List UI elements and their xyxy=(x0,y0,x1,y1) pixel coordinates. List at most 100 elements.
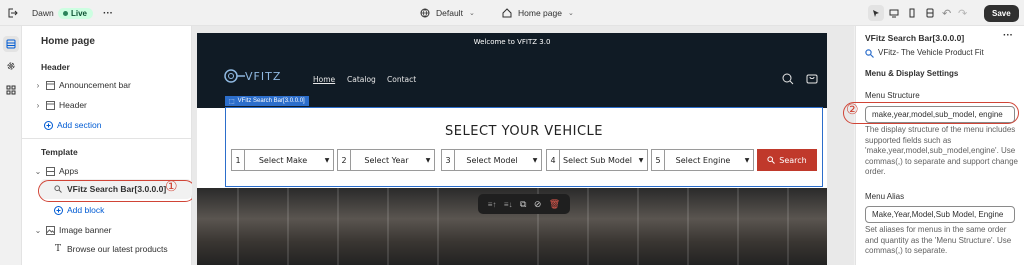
apps-icon xyxy=(6,85,16,95)
apps-section-icon xyxy=(44,166,56,176)
chevron-right-icon: › xyxy=(36,80,40,90)
chevron-down-icon: ⌄ xyxy=(34,225,42,235)
store-search-icon[interactable] xyxy=(782,73,794,87)
block-more-button[interactable]: ··· xyxy=(1003,30,1013,42)
save-button[interactable]: Save xyxy=(984,4,1019,22)
move-up-icon[interactable]: ≡↑ xyxy=(488,200,497,209)
globe-icon xyxy=(420,8,430,18)
banner-decoration xyxy=(437,188,439,265)
nav-catalog[interactable]: Catalog xyxy=(347,75,376,84)
search-button[interactable]: Search xyxy=(757,149,817,171)
banner-decoration xyxy=(737,188,739,265)
select-model-dropdown[interactable]: 3 Select Model ▼ xyxy=(441,149,542,171)
delete-icon[interactable]: 🗑 xyxy=(549,199,560,210)
block-toolbar: ≡↑ ≡↓ ⧉ ⊘ 🗑 xyxy=(478,194,570,214)
sections-tab[interactable] xyxy=(3,36,19,52)
app-embeds-tab[interactable] xyxy=(3,82,19,98)
banner-decoration xyxy=(587,188,589,265)
desktop-icon xyxy=(889,9,899,18)
menu-alias-input[interactable]: Make,Year,Model,Sub Model, Engine xyxy=(865,206,1015,223)
home-icon xyxy=(502,8,512,18)
exit-icon xyxy=(8,8,18,18)
block-settings-panel: VFitz Search Bar[3.0.0.0] ··· VFitz- The… xyxy=(843,26,1024,265)
add-section-header-button[interactable]: Add section xyxy=(42,116,212,134)
header-group-label: Header xyxy=(41,62,70,72)
theme-selector[interactable]: Default ⌄ xyxy=(420,0,475,26)
live-dot xyxy=(63,10,68,16)
theme-more-button[interactable]: ··· xyxy=(103,0,113,26)
store-preview: Welcome to VFITZ 3.0 VFITZ Home Catalog … xyxy=(197,33,827,265)
block-title: VFitz Search Bar[3.0.0.0] xyxy=(865,33,965,43)
menu-structure-label: Menu Structure xyxy=(865,91,920,100)
announcement-bar-icon xyxy=(44,80,56,90)
duplicate-icon[interactable]: ⧉ xyxy=(520,199,526,210)
theme-name: Dawn xyxy=(32,8,54,18)
search-icon xyxy=(767,156,776,164)
sidebar-item-apps[interactable]: ⌄ Apps xyxy=(32,162,202,180)
sections-icon xyxy=(6,39,16,49)
fullscreen-icon xyxy=(926,8,934,18)
select-engine-dropdown[interactable]: 5 Select Engine ▼ xyxy=(651,149,754,171)
nav-home[interactable]: Home xyxy=(313,75,335,84)
annotation-number-2: ② xyxy=(846,102,859,118)
hide-icon[interactable]: ⊘ xyxy=(534,199,542,210)
select-vehicle-title: SELECT YOUR VEHICLE xyxy=(445,124,603,139)
store-logo[interactable]: VFITZ xyxy=(223,67,281,85)
header-icon xyxy=(44,100,56,110)
annotation-number-1: ① xyxy=(165,179,178,195)
announcement-bar: Welcome to VFITZ 3.0 xyxy=(197,33,827,51)
fullscreen-view-button[interactable] xyxy=(922,5,938,21)
caret-down-icon: ▼ xyxy=(638,156,644,164)
banner-decoration xyxy=(237,188,239,265)
vfitz-search-bar[interactable]: SELECT YOUR VEHICLE 1 Select Make ▼ 2 Selec… xyxy=(225,107,823,187)
menu-structure-help: The display structure of the menu includ… xyxy=(865,125,1018,176)
caret-down-icon: ▼ xyxy=(324,156,330,164)
page-selector[interactable]: Home page ⌄ xyxy=(502,0,574,26)
sidebar-item-header[interactable]: › Header xyxy=(32,96,202,114)
chevron-down-icon: ⌄ xyxy=(34,166,42,176)
text-icon: T xyxy=(54,244,61,254)
select-sub-model-dropdown[interactable]: 4 Select Sub Model ▼ xyxy=(546,149,648,171)
page-title: Home page xyxy=(41,35,95,47)
select-year-dropdown[interactable]: 2 Select Year ▼ xyxy=(337,149,435,171)
plus-circle-icon xyxy=(52,205,64,215)
sidebar-item-announcement-bar[interactable]: › Announcement bar xyxy=(32,76,202,94)
banner-decoration xyxy=(787,188,789,265)
top-bar: Dawn Live ··· Default ⌄ Home page ⌄ ↶ ↷ … xyxy=(0,0,1024,26)
app-logo-icon xyxy=(865,49,874,58)
caret-down-icon: ▼ xyxy=(744,156,750,164)
app-name-row: VFitz- The Vehicle Product Fit xyxy=(865,48,984,59)
caret-down-icon: ▼ xyxy=(532,156,538,164)
undo-icon[interactable]: ↶ xyxy=(942,0,951,26)
caret-down-icon: ▼ xyxy=(425,156,431,164)
desktop-view-button[interactable] xyxy=(886,5,902,21)
cursor-select-icon xyxy=(873,10,879,17)
chevron-down-icon: ⌄ xyxy=(567,10,574,17)
icon-rail xyxy=(0,26,22,265)
live-badge: Live xyxy=(58,7,94,19)
annotation-circle-2 xyxy=(843,102,1019,124)
menu-alias-help: Set aliases for menus in the same order … xyxy=(865,225,1012,255)
mobile-view-button[interactable] xyxy=(904,5,920,21)
banner-decoration xyxy=(687,188,689,265)
nav-contact[interactable]: Contact xyxy=(387,75,416,84)
gear-icon xyxy=(7,62,15,70)
selected-block-tag: ⬚ VFitz Search Bar[3.0.0.0] xyxy=(225,96,309,106)
banner-decoration xyxy=(337,188,339,265)
vfitz-logo-icon xyxy=(224,69,245,83)
move-down-icon[interactable]: ≡↓ xyxy=(504,200,513,209)
banner-decoration xyxy=(387,188,389,265)
plus-circle-icon xyxy=(42,120,54,130)
inspector-button[interactable] xyxy=(868,5,884,21)
theme-settings-tab[interactable] xyxy=(3,58,19,74)
cart-icon[interactable] xyxy=(806,72,818,86)
sections-panel: Home page Header › Announcement bar › He… xyxy=(22,26,196,265)
image-icon xyxy=(44,225,56,235)
menu-alias-label: Menu Alias xyxy=(865,192,905,201)
chevron-right-icon: › xyxy=(36,100,40,110)
select-make-dropdown[interactable]: 1 Select Make ▼ xyxy=(231,149,334,171)
settings-heading: Menu & Display Settings xyxy=(865,69,959,78)
sidebar-item-image-banner[interactable]: ⌄ Image banner xyxy=(32,221,202,239)
redo-icon[interactable]: ↷ xyxy=(958,0,967,26)
exit-button[interactable] xyxy=(6,0,18,26)
